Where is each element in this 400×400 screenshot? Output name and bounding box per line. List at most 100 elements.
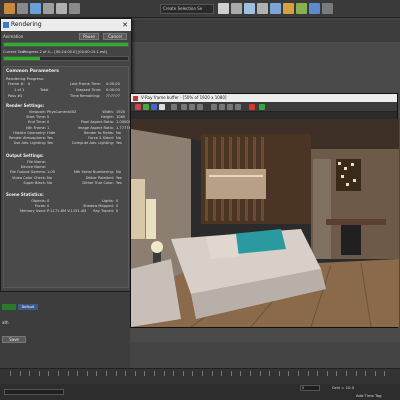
dialog-title: Rendering xyxy=(11,21,42,28)
toolbar-tool-icon[interactable] xyxy=(283,3,294,14)
timeline[interactable] xyxy=(0,368,400,384)
timeline-tick xyxy=(10,371,11,376)
settings-value: PhysCamera002 xyxy=(47,110,77,114)
rendering-dialog: Rendering ✕ Animation Pause Cancel Curre… xyxy=(0,18,132,292)
vray-frame-buffer: V-Ray frame buffer - [50% of 1920 x 1080… xyxy=(130,93,399,328)
timeline-tick xyxy=(125,371,127,376)
cancel-button[interactable]: Cancel xyxy=(103,33,127,40)
pause-button[interactable]: Pause xyxy=(79,33,99,40)
toolbar-tool-icon[interactable] xyxy=(322,3,333,14)
alpha-channel-icon[interactable] xyxy=(159,104,165,110)
task-progress-bar xyxy=(3,56,129,61)
timeline-tick xyxy=(115,371,117,376)
of-label: 1 of 1 xyxy=(14,88,25,92)
settings-value: 1 xyxy=(47,125,50,130)
toolbar-tool-icon[interactable] xyxy=(231,3,242,14)
red-channel-icon[interactable] xyxy=(135,104,141,110)
stop-icon[interactable] xyxy=(249,104,255,110)
link-icon[interactable] xyxy=(235,104,241,110)
timeline-tick xyxy=(250,371,251,376)
toolbar-tool-icon[interactable] xyxy=(296,3,307,14)
frame-buffer-title-bar[interactable]: V-Ray frame buffer - [50% of 1920 x 1080… xyxy=(131,94,397,102)
settings-label: Width: xyxy=(102,110,114,114)
clear-icon[interactable] xyxy=(197,104,203,110)
tag-default[interactable]: Default xyxy=(18,304,38,310)
overall-progress-bar xyxy=(3,42,129,47)
dialog-title-bar[interactable]: Rendering ✕ xyxy=(1,19,131,31)
toolbar-tool-icon[interactable] xyxy=(244,3,255,14)
settings-label: Start Time: xyxy=(26,115,46,120)
settings-label: Force 2-Sided: xyxy=(88,136,114,140)
toolbar-tool-icon[interactable] xyxy=(43,3,54,14)
settings-value: P:1171.8M V:1151.4M xyxy=(47,209,87,214)
timeline-tick xyxy=(355,371,357,376)
settings-value: 0 xyxy=(47,120,50,125)
frame-value: 0 xyxy=(28,82,31,86)
toolbar-tool-icon[interactable] xyxy=(270,3,281,14)
settings-label: Image Aspect Ratio: xyxy=(77,125,114,130)
timeline-tick xyxy=(374,371,376,376)
timeline-tick xyxy=(202,371,203,376)
timeline-tick xyxy=(29,371,31,376)
timeline-tick xyxy=(298,371,299,376)
toolbar-tool-icon[interactable] xyxy=(30,3,41,14)
duplicate-icon[interactable] xyxy=(211,104,217,110)
add-time-tag-button[interactable]: Add Time Tag xyxy=(356,393,381,398)
settings-label: Lights: xyxy=(101,199,114,203)
frame-label: Frame #: xyxy=(8,82,25,86)
settings-label: Compute Adv. Lighting: xyxy=(71,141,114,146)
close-icon[interactable]: ✕ xyxy=(122,19,128,31)
green-channel-icon[interactable] xyxy=(143,104,149,110)
timeline-tick xyxy=(269,371,271,376)
settings-value: 0 xyxy=(116,209,119,214)
last-frame-time-label: Last Frame Time: xyxy=(70,82,101,86)
time-remaining-label: Time Remaining: xyxy=(70,94,101,98)
settings-value: Yes xyxy=(47,136,53,140)
settings-label: Nth Frame: xyxy=(26,125,46,130)
save-image-icon[interactable] xyxy=(181,104,187,110)
timeline-tick xyxy=(346,371,347,376)
time-remaining-value: ??:??:?? xyxy=(106,94,120,98)
track-mouse-icon[interactable] xyxy=(219,104,225,110)
maxscript-listener[interactable] xyxy=(4,389,64,395)
grid-label: Grid = 10.0 xyxy=(332,385,355,390)
settings-label: Memory Used: xyxy=(20,209,46,214)
toolbar-tool-icon[interactable] xyxy=(257,3,268,14)
toolbar-tool-icon[interactable] xyxy=(69,3,80,14)
settings-label: Render to Fields: xyxy=(83,130,114,135)
settings-label: Super Black: xyxy=(23,180,46,185)
settings-value: Hide xyxy=(47,130,56,135)
toolbar-tool-icon[interactable] xyxy=(56,3,67,14)
main-toolbar: Create Selection Se xyxy=(0,0,400,18)
toolbar-tool-icon[interactable] xyxy=(218,3,229,14)
settings-value: 0 xyxy=(47,199,50,203)
timeline-tick xyxy=(336,371,338,376)
toolbar-tool-icon[interactable] xyxy=(17,3,28,14)
region-render-icon[interactable] xyxy=(227,104,233,110)
timeline-tick xyxy=(182,371,184,376)
status-bar: 0 Grid = 10.0 Add Time Tag xyxy=(0,384,400,400)
settings-value: 0 xyxy=(47,204,50,209)
render-icon[interactable] xyxy=(259,104,265,110)
settings-value: 0 xyxy=(116,199,119,203)
timeline-tick xyxy=(211,371,213,376)
scene-statistics-title: Scene Statistics: xyxy=(6,192,44,197)
blue-channel-icon[interactable] xyxy=(151,104,157,110)
settings-label: Faces: xyxy=(34,204,46,209)
timeline-tick xyxy=(96,371,98,376)
save-button[interactable]: Save xyxy=(2,336,26,343)
frame-field[interactable]: 0 xyxy=(300,385,320,391)
render-preview-image xyxy=(131,119,399,327)
settings-value: 0 xyxy=(116,204,119,209)
settings-label: Dither Paletted: xyxy=(85,175,114,180)
selection-set-dropdown[interactable]: Create Selection Se xyxy=(160,4,214,14)
frame-buffer-toolbar xyxy=(131,102,397,112)
toolbar-tool-icon[interactable] xyxy=(4,3,15,14)
settings-row: Use Adv. Lighting: Yes Compute Adv. Lighti… xyxy=(4,141,132,146)
timeline-tick xyxy=(173,371,175,376)
mono-icon[interactable] xyxy=(171,104,177,110)
load-image-icon[interactable] xyxy=(189,104,195,110)
settings-value: 1.00 xyxy=(47,170,56,175)
toolbar-tool-icon[interactable] xyxy=(309,3,320,14)
settings-label: Render Atmosphere: xyxy=(9,136,46,140)
